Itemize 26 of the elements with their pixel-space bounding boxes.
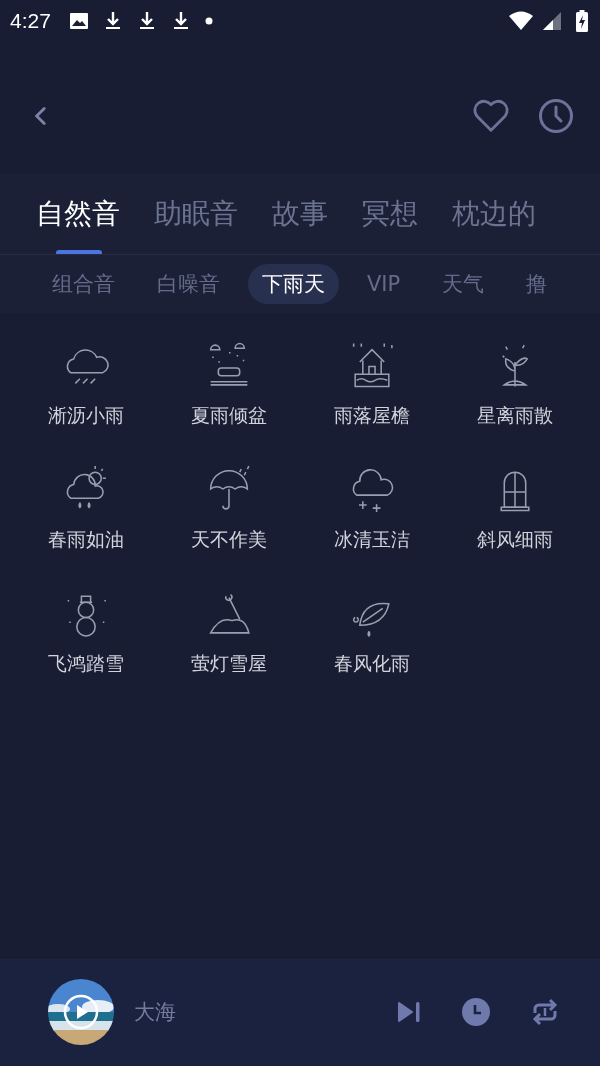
image-icon: [68, 11, 89, 31]
wifi-icon: [508, 11, 534, 31]
repeat-one-icon[interactable]: [530, 997, 560, 1027]
subcategory-tab[interactable]: 下雨天: [248, 264, 339, 304]
sound-item[interactable]: 夏雨倾盆: [157, 339, 300, 429]
sound-item[interactable]: 斜风细雨: [443, 463, 586, 553]
sound-item[interactable]: 冰清玉洁: [300, 463, 443, 553]
skip-next-icon[interactable]: [396, 999, 422, 1025]
sound-item[interactable]: 淅沥小雨: [14, 339, 157, 429]
clock-icon[interactable]: [538, 98, 574, 134]
status-time: 4:27: [10, 9, 51, 33]
battery-icon: [576, 10, 588, 32]
dot-icon: [204, 17, 213, 25]
sound-item[interactable]: 天不作美: [157, 463, 300, 553]
sound-item[interactable]: 星离雨散: [443, 339, 586, 429]
track-title: 大海: [134, 999, 176, 1026]
category-tab[interactable]: 自然音: [36, 174, 120, 254]
sound-item[interactable]: 飞鸿踏雪: [14, 587, 157, 677]
sound-item[interactable]: 春风化雨: [300, 587, 443, 677]
timer-icon[interactable]: [462, 998, 490, 1026]
sound-item[interactable]: 雨落屋檐: [300, 339, 443, 429]
sound-item[interactable]: 春雨如油: [14, 463, 157, 553]
heart-icon[interactable]: [472, 99, 510, 133]
play-icon[interactable]: [63, 994, 99, 1030]
signal-icon: [542, 11, 562, 31]
sound-item[interactable]: 萤灯雪屋: [157, 587, 300, 677]
